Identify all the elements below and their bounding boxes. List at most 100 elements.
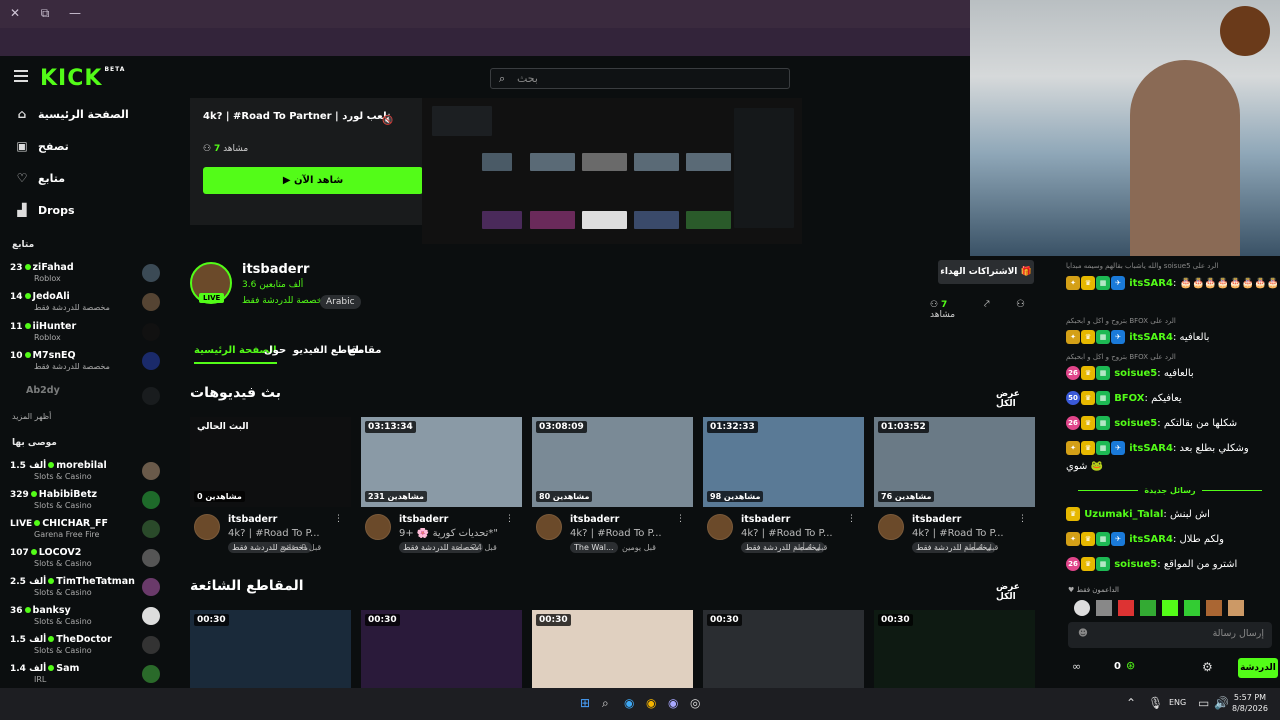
points-icon[interactable]: ⊛ [1126, 659, 1135, 672]
avatar [142, 323, 160, 341]
watch-now-button[interactable]: ▶ شاهد الآن [203, 167, 423, 194]
language-tag[interactable]: Arabic [320, 295, 361, 309]
share-icon[interactable]: ⤤ [984, 299, 990, 310]
viewer-count: ⚇ 7 مشاهد [203, 144, 249, 154]
browser-title-bar: ✕ ⧉ — [0, 0, 970, 28]
avatar [142, 549, 160, 567]
stream-thumbnail[interactable] [422, 98, 802, 244]
nav-home[interactable]: ⌂ الصفحة الرئيسية [14, 103, 164, 125]
avatar [142, 607, 160, 625]
sidebar-channel[interactable]: 1.4 ألف Sam IRL [10, 661, 160, 689]
menu-icon[interactable] [14, 70, 28, 82]
gear-icon[interactable]: ⚙ [1202, 660, 1213, 674]
browse-icon: ▣ [16, 139, 28, 153]
sidebar-channel[interactable]: 14 JedoAli مخصصة للدردشة فقط [10, 289, 160, 317]
more-icon[interactable]: ⋮ [1018, 514, 1027, 524]
avatar[interactable] [194, 514, 220, 540]
more-icon[interactable]: ⋮ [847, 514, 856, 524]
follow-icon[interactable]: ⚇ [1016, 299, 1025, 310]
tab-clips[interactable]: مقاطع [348, 345, 381, 356]
mute-icon[interactable]: 🔇 [382, 116, 393, 126]
avatar [142, 636, 160, 654]
tab-about[interactable]: حول [264, 345, 286, 356]
clock[interactable]: 5:57 PM 8/8/2026 [1232, 692, 1268, 714]
windows-taskbar: ⊞ ⌕ ◉ ◉ ◉ ◎ ⌃ 🎙 ENG ▭ 🔊 5:57 PM 8/8/2026 [0, 688, 1280, 720]
clip-card[interactable]: 00:30 [532, 610, 693, 688]
more-icon[interactable]: ⋮ [676, 514, 685, 524]
video-card[interactable]: 01:03:52 76 مشاهدين itsbaderr ⋮ 4k? | #Roa… [874, 417, 1035, 562]
clip-card[interactable]: 00:30 [361, 610, 522, 688]
sidebar-channel-offline[interactable]: Ab2dy [10, 383, 160, 411]
avatar [142, 462, 160, 480]
avatar[interactable] [365, 514, 391, 540]
chat-message: 26 ♛ ▦ soisue5: اشترو من المواقع [1066, 557, 1276, 571]
clip-card[interactable]: 00:30 [190, 610, 351, 688]
videos-show-all[interactable]: عرض الكل [996, 389, 1020, 409]
video-card[interactable]: 01:32:33 98 مشاهدين itsbaderr ⋮ 4k? | #Roa… [703, 417, 864, 562]
heart-icon: ♡ [16, 171, 28, 185]
clips-show-all[interactable]: عرض الكل [996, 582, 1020, 602]
nav-browse[interactable]: ▣ تصفح [14, 135, 164, 157]
sidebar-channel[interactable]: 329 HabibiBetz Slots & Casino [10, 487, 160, 515]
show-more-link[interactable]: أظهر المزيد [12, 412, 51, 421]
watching-count: ⚇ 7 مشاهد [930, 300, 956, 320]
video-card[interactable]: 03:08:09 80 مشاهدين itsbaderr ⋮ 4k? | #Roa… [532, 417, 693, 562]
sidebar-channel[interactable]: 1.5 ألف TheDoctor Slots & Casino [10, 632, 160, 660]
mic-icon[interactable]: 🎙 [1148, 696, 1163, 710]
avatar [142, 491, 160, 509]
start-icon[interactable]: ⊞ [580, 696, 590, 710]
sidebar-channel[interactable]: 107 LOCOV2 Slots & Casino [10, 545, 160, 573]
minimize-window-icon[interactable]: — [66, 6, 84, 22]
video-thumbnail[interactable]: البث الحالي 0 مشاهدين [190, 417, 351, 507]
chat-message: 50 ♛ ▦ BFOX: يعافيكم [1066, 391, 1276, 405]
channel-name[interactable]: itsbaderr [242, 262, 309, 277]
avatar[interactable] [707, 514, 733, 540]
video-thumbnail[interactable]: 03:08:09 80 مشاهدين [532, 417, 693, 507]
chat-message: ✦ ♛ ▦ ✈ itsSAR4: بالعافيه [1066, 330, 1276, 344]
edge-icon[interactable]: ◉ [624, 696, 634, 710]
video-card[interactable]: 03:13:34 231 مشاهدين itsbaderr ⋮ تحديات كو… [361, 417, 522, 562]
kick-logo[interactable]: KICK BETA [40, 66, 125, 91]
close-window-icon[interactable]: ✕ [6, 6, 24, 22]
chevron-up-icon[interactable]: ⌃ [1126, 696, 1136, 710]
sidebar-channel[interactable]: LIVE CHICHAR_FF Garena Free Fire [10, 516, 160, 544]
clip-card[interactable]: 00:30 [874, 610, 1035, 688]
clip-card[interactable]: 00:30 [703, 610, 864, 688]
infinity-icon[interactable]: ∞ [1072, 660, 1081, 673]
avatar [142, 387, 160, 405]
video-card[interactable]: البث الحالي 0 مشاهدين itsbaderr ⋮ 4k? | #R… [190, 417, 351, 562]
language-indicator[interactable]: ENG [1169, 698, 1186, 707]
avatar[interactable] [536, 514, 562, 540]
chrome-icon[interactable]: ◉ [646, 696, 656, 710]
chat-send-button[interactable]: الدردشة [1238, 658, 1278, 678]
avatar[interactable] [878, 514, 904, 540]
chat-message: ✦♛▦✈ itsSAR4: 🎂🎂🎂🎂🎂🎂🎂🎂🎂🎂🎂🎂🎂 [1066, 276, 1280, 290]
search-icon[interactable]: ⌕ [602, 696, 609, 711]
video-thumbnail[interactable]: 01:32:33 98 مشاهدين [703, 417, 864, 507]
sidebar-channel[interactable]: 36 banksy Slots & Casino [10, 603, 160, 631]
more-icon[interactable]: ⋮ [505, 514, 514, 524]
nav-drops[interactable]: ▟ Drops [14, 199, 164, 221]
video-thumbnail[interactable]: 03:13:34 231 مشاهدين [361, 417, 522, 507]
sidebar-channel[interactable]: 11 iiHunter Roblox [10, 319, 160, 347]
app-icon[interactable]: ◉ [668, 696, 678, 710]
sidebar-channel[interactable]: 1.5 ألف morebilal Slots & Casino [10, 458, 160, 486]
restore-window-icon[interactable]: ⧉ [36, 6, 54, 22]
obs-icon[interactable]: ◎ [690, 696, 700, 710]
avatar [142, 264, 160, 282]
search-input[interactable]: ⌕ بحث [490, 68, 790, 89]
emote-bar[interactable] [1074, 600, 1270, 616]
network-icon[interactable]: ▭ [1198, 696, 1209, 710]
sidebar-channel[interactable]: 2.5 ألف TimTheTatman Slots & Casino [10, 574, 160, 602]
nav-following[interactable]: ♡ متابع [14, 167, 164, 189]
chat-message-input[interactable]: إرسال رسالة ☻ [1068, 622, 1272, 648]
sidebar-channel[interactable]: 23 ziFahad Roblox [10, 260, 160, 288]
gift-subs-button[interactable]: الاشتراكات الهداء 🎁 [938, 260, 1034, 284]
volume-icon[interactable]: 🔊 [1214, 696, 1229, 710]
more-icon[interactable]: ⋮ [334, 514, 343, 524]
video-thumbnail[interactable]: 01:03:52 76 مشاهدين [874, 417, 1035, 507]
sidebar-channel[interactable]: 10 M7snEQ مخصصة للدردشة فقط [10, 348, 160, 376]
channel-category[interactable]: مخصصة للدردشة فقط [242, 296, 327, 306]
points-count: 0 [1114, 661, 1121, 672]
emoji-icon[interactable]: ☻ [1078, 628, 1088, 639]
